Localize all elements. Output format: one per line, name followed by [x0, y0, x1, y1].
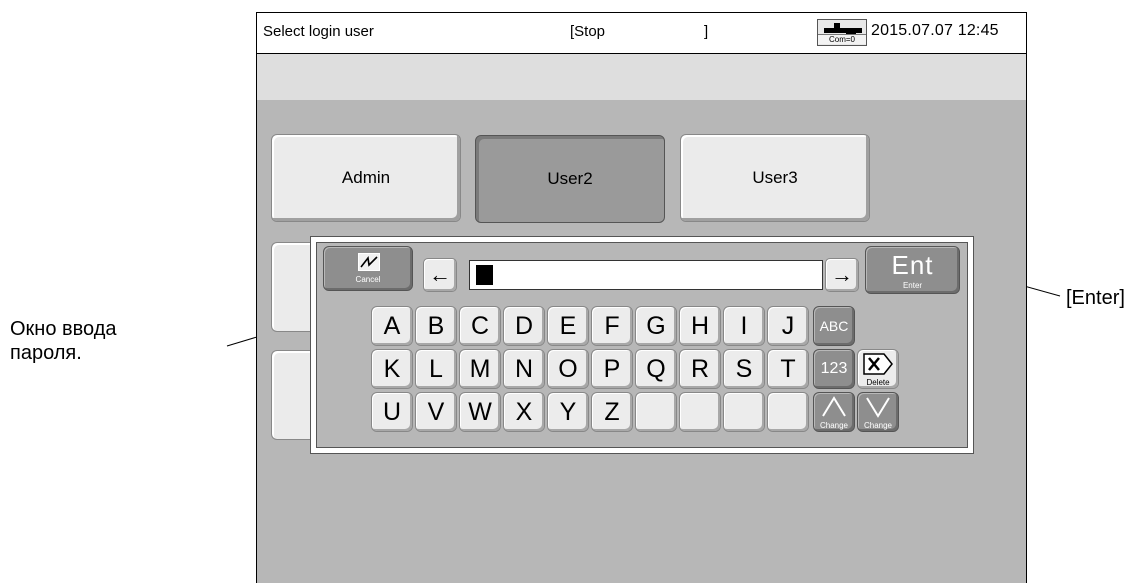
- password-keyboard: Cancel ← → Ent Enter A B C D E F G H I J: [310, 236, 974, 454]
- com-label: Com=0: [818, 34, 866, 44]
- key-p[interactable]: P: [591, 349, 633, 389]
- key-i[interactable]: I: [723, 306, 765, 346]
- right-arrow-icon: →: [831, 262, 853, 287]
- delete-button[interactable]: Delete: [857, 349, 899, 389]
- user-button-user2[interactable]: User2: [475, 135, 665, 223]
- key-blank[interactable]: [679, 392, 721, 432]
- cursor-left-button[interactable]: ←: [423, 258, 457, 292]
- key-n[interactable]: N: [503, 349, 545, 389]
- key-t[interactable]: T: [767, 349, 809, 389]
- chevron-down-icon: [866, 397, 890, 418]
- screen-title: Select login user: [263, 23, 374, 40]
- left-arrow-icon: ←: [429, 262, 451, 287]
- key-c[interactable]: C: [459, 306, 501, 346]
- key-y[interactable]: Y: [547, 392, 589, 432]
- user-button-user3[interactable]: User3: [680, 134, 870, 222]
- key-k[interactable]: K: [371, 349, 413, 389]
- numeric-label: 123: [820, 360, 848, 377]
- cursor-right-button[interactable]: →: [825, 258, 859, 292]
- key-d[interactable]: D: [503, 306, 545, 346]
- user-button-hidden-4[interactable]: [271, 242, 311, 332]
- key-r[interactable]: R: [679, 349, 721, 389]
- key-o[interactable]: O: [547, 349, 589, 389]
- key-blank[interactable]: [635, 392, 677, 432]
- key-l[interactable]: L: [415, 349, 457, 389]
- chevron-up-icon: [822, 396, 846, 417]
- key-g[interactable]: G: [635, 306, 677, 346]
- abc-label: ABC: [819, 318, 849, 334]
- key-h[interactable]: H: [679, 306, 721, 346]
- key-s[interactable]: S: [723, 349, 765, 389]
- title-bar: Select login user [Stop ] Com=0 2015.07.…: [257, 13, 1026, 54]
- enter-sub-label: Enter: [902, 281, 923, 290]
- change-down-label: Change: [863, 421, 893, 430]
- numeric-mode-button[interactable]: 123: [813, 349, 855, 389]
- delete-label: Delete: [866, 378, 890, 387]
- machine-status: [Stop: [570, 23, 606, 40]
- change-down-button[interactable]: Change: [857, 392, 899, 432]
- abc-mode-button[interactable]: ABC: [813, 306, 855, 346]
- user-label: Admin: [341, 168, 391, 187]
- enter-main-label: Ent: [891, 250, 934, 280]
- delete-icon: [863, 353, 893, 375]
- user-button-admin[interactable]: Admin: [271, 134, 461, 222]
- change-up-button[interactable]: Change: [813, 392, 855, 432]
- key-b[interactable]: B: [415, 306, 457, 346]
- keyboard-panel: Cancel ← → Ent Enter A B C D E F G H I J: [316, 242, 968, 448]
- key-blank[interactable]: [723, 392, 765, 432]
- key-w[interactable]: W: [459, 392, 501, 432]
- user-button-hidden-5[interactable]: [271, 350, 311, 440]
- key-blank[interactable]: [767, 392, 809, 432]
- communication-status-button[interactable]: Com=0: [817, 19, 867, 46]
- key-u[interactable]: U: [371, 392, 413, 432]
- key-m[interactable]: M: [459, 349, 501, 389]
- machine-status-end: ]: [704, 23, 709, 40]
- header-band: [257, 54, 1026, 100]
- key-v[interactable]: V: [415, 392, 457, 432]
- key-f[interactable]: F: [591, 306, 633, 346]
- key-a[interactable]: A: [371, 306, 413, 346]
- cancel-button[interactable]: Cancel: [323, 246, 413, 291]
- key-e[interactable]: E: [547, 306, 589, 346]
- user-label: User2: [547, 169, 593, 188]
- date-time: 2015.07.07 12:45: [871, 22, 999, 39]
- key-z[interactable]: Z: [591, 392, 633, 432]
- key-x[interactable]: X: [503, 392, 545, 432]
- cancel-label: Cancel: [355, 275, 381, 284]
- key-q[interactable]: Q: [635, 349, 677, 389]
- enter-button[interactable]: Ent Enter: [865, 246, 960, 294]
- change-up-label: Change: [819, 421, 849, 430]
- cancel-icon: [358, 253, 380, 271]
- password-input[interactable]: [469, 260, 823, 290]
- user-label: User3: [752, 168, 798, 187]
- key-j[interactable]: J: [767, 306, 809, 346]
- text-cursor: [476, 265, 493, 285]
